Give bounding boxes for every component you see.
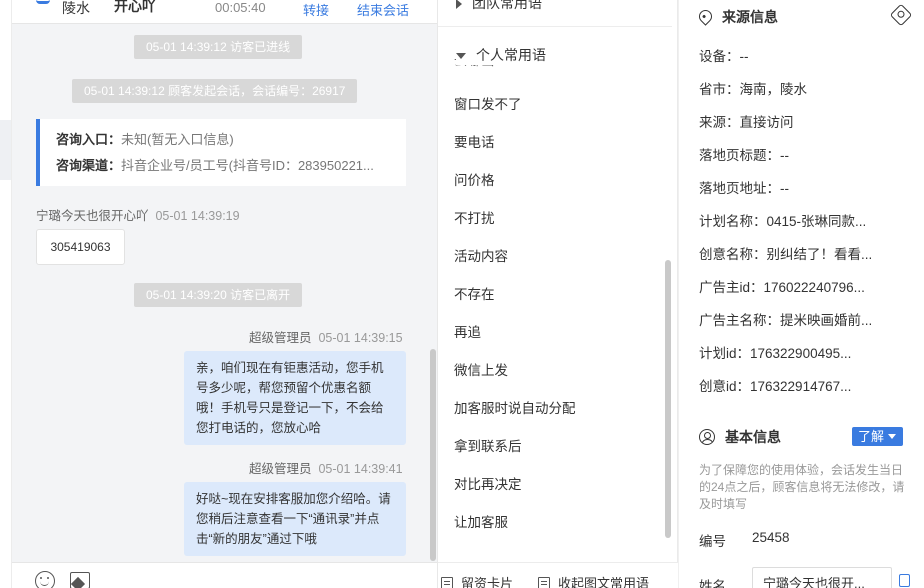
caret-right-icon	[456, 0, 462, 10]
consult-channel-row: 咨询渠道：抖音企业号/员工号(抖音号ID：283950221...	[56, 153, 396, 179]
document-icon	[538, 577, 550, 588]
end-session-button[interactable]: 结束会话	[357, 0, 409, 19]
divider	[438, 26, 672, 27]
collapsed-nav-tab[interactable]	[0, 120, 11, 180]
channel-key: 咨询渠道：	[56, 158, 122, 173]
phrase-item[interactable]: 再追	[454, 321, 481, 341]
chat-panel: 陵水 开心吖 00:05:40 转接 结束会话 05-01 14:39:12 访…	[12, 0, 438, 588]
source-field: 创意id：176322914767...	[699, 379, 852, 394]
source-field: 创意名称：别纠结了！看看...	[699, 247, 873, 262]
consult-entry-row: 咨询入口：未知(暂无入口信息)	[56, 127, 396, 153]
user-icon	[699, 429, 715, 445]
collapse-phrases-button[interactable]: 收起图文常用语	[538, 573, 649, 588]
source-field: 计划id：176322900495...	[699, 346, 852, 361]
document-icon	[441, 577, 453, 588]
sender-name: 超级管理员	[249, 331, 312, 345]
copy-icon[interactable]	[899, 574, 910, 587]
source-field: 来源：直接访问	[699, 115, 794, 130]
chat-scrollbar[interactable]	[430, 349, 436, 561]
name-field[interactable]: 宁璐今天也很开...	[752, 567, 892, 588]
image-icon[interactable]	[70, 572, 90, 588]
source-field: 广告主id：176022240796...	[699, 280, 865, 295]
phrase-item[interactable]: 不存在	[454, 283, 495, 303]
sender-name: 超级管理员	[249, 462, 312, 476]
section-title-text: 来源信息	[722, 9, 778, 25]
chat-input-toolbar	[12, 562, 437, 588]
settings-icon[interactable]	[889, 3, 913, 27]
button-label: 了解	[858, 429, 885, 444]
phrase-item[interactable]: 让加客服	[454, 511, 508, 531]
source-section-title: 来源信息	[696, 7, 778, 27]
phrase-group-personal[interactable]: 个人常用语	[456, 45, 550, 65]
chevron-down-icon	[888, 434, 897, 439]
phrase-group-label: 团队常用语	[472, 0, 542, 11]
location-pin-icon	[696, 7, 715, 26]
message-time: 05-01 14:39:15	[318, 331, 403, 345]
quick-phrases-panel: 团队常用语 去哪出 个人常用语 窗口发不了 要电话 问价格 不打扰 活动内容 不…	[438, 0, 678, 588]
source-field: 计划名称：0415-张琳同款...	[699, 214, 867, 229]
agent-message-bubble: 亲，咱们现在有钜惠活动，您手机号多少呢，帮您预留个优惠名额哦！手机号只是登记一下…	[184, 351, 406, 445]
phrase-group-team[interactable]: 团队常用语	[456, 0, 542, 13]
visitor-avatar-icon	[36, 0, 50, 4]
phrase-item[interactable]: 问价格	[454, 169, 495, 189]
source-field: 落地页地址：--	[699, 181, 789, 196]
button-label: 留资卡片	[461, 576, 514, 588]
source-field: 设备：--	[699, 49, 749, 64]
basic-section-title: 基本信息	[699, 427, 781, 447]
visitor-message-meta: 宁璐今天也很开心吖 05-01 14:39:19	[36, 205, 240, 224]
system-message: 05-01 14:39:12 访客已进线	[134, 35, 303, 59]
channel-value: 抖音企业号/员工号(抖音号ID：283950221...	[121, 158, 374, 173]
caret-down-icon	[456, 53, 466, 60]
phrase-group-label: 个人常用语	[476, 47, 546, 63]
entry-key: 咨询入口：	[56, 132, 122, 147]
visitor-info-panel: 来源信息 设备：-- 省市：海南，陵水 来源：直接访问 落地页标题：-- 落地页…	[678, 0, 924, 588]
chat-header: 陵水 开心吖 00:05:40 转接 结束会话	[12, 0, 437, 24]
edit-notice: 为了保障您的使用体验，会话发生当日的24点之后，顾客信息将无法修改，请及时填写	[699, 463, 905, 511]
visitor-location: 陵水	[62, 0, 90, 16]
system-message: 05-01 14:39:12 顾客发起会话，会话编号：26917	[72, 79, 358, 103]
sender-name: 宁璐今天也很开心吖	[36, 209, 149, 223]
phrases-scrollbar[interactable]	[665, 260, 671, 538]
id-label: 编号	[699, 534, 726, 549]
phrase-item[interactable]: 活动内容	[454, 245, 508, 265]
learn-more-button[interactable]: 了解	[852, 427, 903, 446]
system-message: 05-01 14:39:20 访客已离开	[134, 283, 303, 307]
phrase-item[interactable]: 要电话	[454, 131, 495, 151]
button-label: 收起图文常用语	[558, 576, 650, 588]
phrase-item[interactable]: 拿到联系后	[454, 435, 522, 455]
phrase-item[interactable]: 不打扰	[454, 207, 495, 227]
source-field: 省市：海南，陵水	[699, 82, 807, 97]
phrase-item[interactable]: 窗口发不了	[454, 93, 522, 113]
consult-info-card: 咨询入口：未知(暂无入口信息) 咨询渠道：抖音企业号/员工号(抖音号ID：283…	[36, 119, 406, 186]
source-field: 落地页标题：--	[699, 148, 789, 163]
phrase-item[interactable]: 微信上发	[454, 359, 508, 379]
agent-message-bubble: 好哒~现在安排客服加您介绍哈。请您稍后注意查看一下“通讯录”并点击“新的朋友”通…	[184, 482, 406, 556]
message-time: 05-01 14:39:41	[318, 462, 403, 476]
visitor-message-bubble: 305419063	[36, 229, 125, 265]
entry-value: 未知(暂无入口信息)	[121, 132, 234, 147]
left-strip	[0, 0, 12, 588]
id-value: 25458	[752, 530, 790, 545]
session-timer: 00:05:40	[215, 0, 266, 15]
visitor-name: 开心吖	[114, 0, 156, 14]
phrase-item[interactable]: 对比再决定	[454, 473, 522, 493]
transfer-button[interactable]: 转接	[303, 0, 329, 19]
agent-message-meta: 超级管理员 05-01 14:39:41	[249, 458, 403, 477]
name-label: 姓名	[699, 579, 726, 588]
section-title-text: 基本信息	[725, 429, 781, 445]
info-card-button[interactable]: 留资卡片	[441, 573, 513, 588]
agent-message-meta: 超级管理员 05-01 14:39:15	[249, 327, 403, 346]
source-field: 广告主名称：提米映画婚前...	[699, 313, 873, 328]
phrases-toolbar: 留资卡片 收起图文常用语	[438, 562, 678, 588]
message-time: 05-01 14:39:19	[155, 209, 240, 223]
phrase-item[interactable]: 加客服时说自动分配	[454, 397, 576, 417]
emoji-icon[interactable]	[35, 571, 55, 588]
